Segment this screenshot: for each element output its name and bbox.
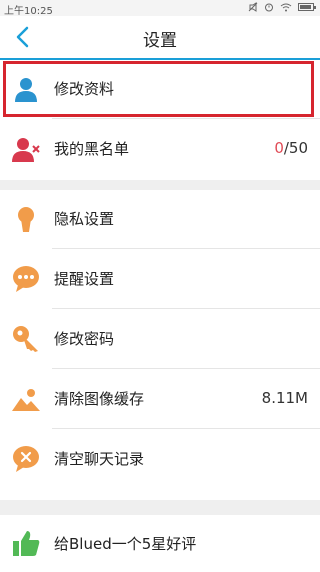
user-icon xyxy=(15,78,37,102)
chat-clear-icon xyxy=(13,446,39,472)
user-block-icon xyxy=(12,138,40,162)
password-label: 修改密码 xyxy=(54,330,115,348)
blacklist-total: /50 xyxy=(283,139,308,157)
notify-row[interactable]: 提醒设置 xyxy=(0,250,320,309)
account-group: 修改资料 我的黑名单 0/50 xyxy=(0,60,320,180)
blacklist-current: 0 xyxy=(274,139,284,157)
battery-icon xyxy=(298,3,316,11)
clear-cache-label: 清除图像缓存 xyxy=(54,390,145,408)
divider xyxy=(52,428,320,429)
blacklist-label: 我的黑名单 xyxy=(54,140,130,158)
mute-icon xyxy=(248,2,258,12)
settings-group: 隐私设置 提醒设置 修改密码 清除图像缓存 8.11M 清空聊天记录 xyxy=(0,190,320,500)
divider xyxy=(52,368,320,369)
keyhole-icon xyxy=(18,207,34,232)
password-row[interactable]: 修改密码 xyxy=(0,310,320,369)
clear-chat-row[interactable]: 清空聊天记录 xyxy=(0,430,320,489)
privacy-label: 隐私设置 xyxy=(54,210,115,228)
status-icons xyxy=(248,2,316,12)
clear-cache-row[interactable]: 清除图像缓存 8.11M xyxy=(0,370,320,429)
thumbs-up-icon xyxy=(13,531,40,556)
divider xyxy=(52,308,320,309)
page-title: 设置 xyxy=(143,31,177,51)
wifi-icon xyxy=(280,3,292,12)
divider xyxy=(52,248,320,249)
clear-chat-label: 清空聊天记录 xyxy=(54,450,145,468)
alarm-icon xyxy=(265,3,273,12)
blacklist-count: 0/50 xyxy=(274,139,308,157)
notify-label: 提醒设置 xyxy=(54,270,115,288)
status-time: 上午10:25 xyxy=(4,6,53,17)
rate-label: 给Blued一个5星好评 xyxy=(54,535,197,553)
image-icon xyxy=(12,389,40,411)
rate-row[interactable]: 给Blued一个5星好评 xyxy=(0,515,320,572)
rate-group: 给Blued一个5星好评 xyxy=(0,515,320,572)
cache-size: 8.11M xyxy=(261,389,308,407)
nav-bar: 设置 xyxy=(0,16,320,60)
edit-profile-label: 修改资料 xyxy=(54,80,115,98)
privacy-row[interactable]: 隐私设置 xyxy=(0,190,320,249)
divider xyxy=(52,118,320,119)
chat-dots-icon xyxy=(13,266,39,292)
key-icon xyxy=(13,326,38,352)
status-bar: 上午10:25 xyxy=(0,0,320,17)
edit-profile-row[interactable]: 修改资料 xyxy=(0,60,320,119)
blacklist-row[interactable]: 我的黑名单 0/50 xyxy=(0,120,320,179)
